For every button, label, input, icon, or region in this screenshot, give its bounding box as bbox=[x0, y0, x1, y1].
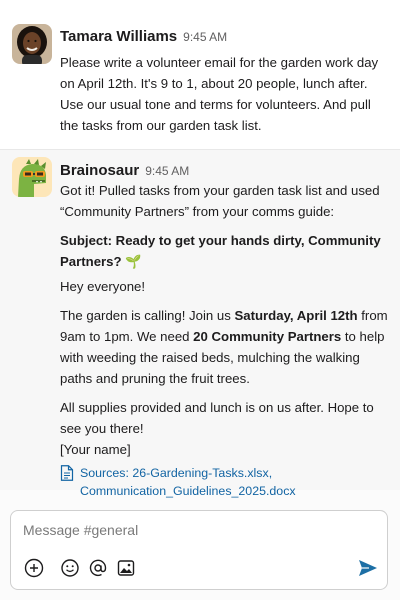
message-tamara: Tamara Williams 9:45 AM Please write a v… bbox=[0, 0, 400, 150]
sources-link[interactable]: Sources: 26-Gardening-Tasks.xlsx, Commun… bbox=[60, 464, 388, 500]
send-icon[interactable] bbox=[357, 557, 379, 579]
message-timestamp[interactable]: 9:45 AM bbox=[183, 30, 227, 44]
at-mention-icon[interactable] bbox=[87, 557, 109, 579]
message-body: Please write a volunteer email for the g… bbox=[60, 55, 379, 133]
email-subject: Subject: Ready to get your hands dirty, … bbox=[60, 233, 381, 269]
document-icon bbox=[60, 465, 74, 481]
image-icon[interactable] bbox=[115, 557, 137, 579]
avatar-brainosaur[interactable] bbox=[12, 157, 52, 197]
plus-circle-icon[interactable] bbox=[23, 557, 45, 579]
email-greeting: Hey everyone! bbox=[60, 279, 146, 294]
sender-name[interactable]: Tamara Williams bbox=[60, 28, 177, 45]
message-composer bbox=[10, 510, 388, 590]
reply-intro: Got it! Pulled tasks from your garden ta… bbox=[60, 183, 380, 219]
para-text: The garden is calling! Join us bbox=[60, 308, 235, 323]
sender-name[interactable]: Brainosaur bbox=[60, 162, 139, 179]
avatar-tamara[interactable] bbox=[12, 24, 52, 64]
message-timestamp[interactable]: 9:45 AM bbox=[145, 164, 189, 178]
para-date: Saturday, April 12th bbox=[234, 308, 358, 323]
para-count: 20 Community Partners bbox=[193, 329, 342, 344]
email-paragraph: All supplies provided and lunch is on us… bbox=[60, 400, 374, 436]
email-signoff: [Your name] bbox=[60, 442, 131, 457]
email-paragraph: The garden is calling! Join us Saturday,… bbox=[60, 305, 388, 389]
message-body: Got it! Pulled tasks from your garden ta… bbox=[60, 180, 388, 500]
message-brainosaur: Brainosaur 9:45 AM Got it! Pulled tasks … bbox=[0, 150, 400, 498]
emoji-icon[interactable] bbox=[59, 557, 81, 579]
message-thread: Tamara Williams 9:45 AM Please write a v… bbox=[0, 0, 400, 498]
sources-text[interactable]: Sources: 26-Gardening-Tasks.xlsx, Commun… bbox=[80, 464, 388, 500]
message-input[interactable] bbox=[23, 519, 373, 541]
